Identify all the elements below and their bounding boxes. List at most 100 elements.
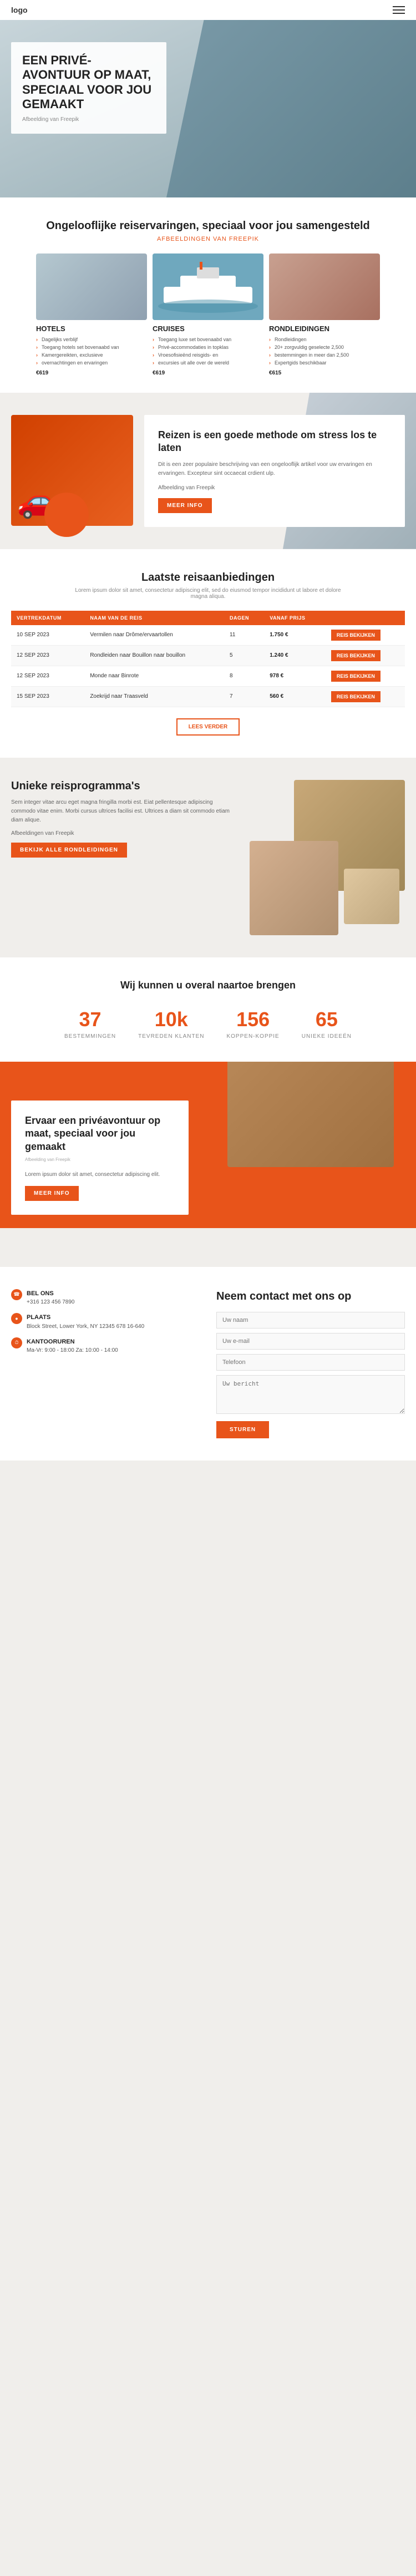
list-item: excursies uit alle over de wereld [153,359,263,367]
card-price-hotels: €619 [36,370,147,376]
stress-content-box: Reizen is een goede methode om stress lo… [144,415,405,527]
phone-label: BEL ONS [27,1289,74,1299]
hours-label: KANTOORUREN [27,1337,118,1347]
programs-section: Unieke reisprogramma's Sem integer vitae… [0,758,416,957]
table-row: 15 SEP 2023 Zoekrijd naar Traasveld 7 56… [11,686,405,707]
list-item: Toegang hotels set bovenaabd van [36,343,147,351]
hamburger-line-2 [393,9,405,11]
stat-item-idees: 65 UNIEKE IDEEËN [302,1008,352,1039]
card-list-cruises: Toegang luxe set bovenaabd van Privé-acc… [153,336,263,367]
contact-email-input[interactable] [216,1333,405,1350]
list-item: Rondleidingen [269,336,380,343]
card-title-cruises: CRUISES [153,324,263,333]
offers-heading: Laatste reisaanbiedingen [11,571,405,584]
row-destination: Vermilen naar Drôme/ervaartollen [84,625,224,646]
stress-right: Reizen is een goede methode om stress lo… [144,415,405,527]
stats-section: Wij kunnen u overal naartoe brengen 37 B… [0,957,416,1062]
hero-title: EEN PRIVÉ-AVONTUUR OP MAAT, SPECIAAL VOO… [22,53,155,112]
contact-message-textarea[interactable] [216,1375,405,1414]
contact-submit-button[interactable]: STUREN [216,1421,269,1438]
card-image-rondreidingen [269,253,380,320]
row-days: 5 [224,645,264,666]
stat-label: UNIEKE IDEEËN [302,1033,352,1039]
contact-location-text: PLAATS Block Street, Lower York, NY 1234… [27,1313,144,1331]
card-rondreidingen: RONDLEIDINGEN Rondleidingen 20+ zorgvuld… [269,253,380,376]
contact-phone-input[interactable] [216,1354,405,1371]
book-button[interactable]: REIS BEKIJKEN [331,671,381,682]
card-image-cruises [153,253,263,320]
programs-right [250,780,405,935]
experiences-subtitle: Afbeeldingen van Freepik [11,236,405,242]
stat-number: 37 [64,1008,116,1031]
stats-heading: Wij kunnen u overal naartoe brengen [11,980,405,991]
row-destination: Zoekrijd naar Traasveld [84,686,224,707]
program-image-stack [250,780,405,935]
list-item: Privé-accommodaties in topklas [153,343,263,351]
stress-body: Dit is een zeer populaire beschrijving v… [158,460,391,478]
stress-left [11,415,133,526]
list-item: Kamergereikten, exclusieve [36,351,147,359]
card-price-cruises: €619 [153,370,263,376]
location-label: PLAATS [27,1313,144,1322]
hero-section: EEN PRIVÉ-AVONTUUR OP MAAT, SPECIAAL VOO… [0,20,416,197]
col-header-date: VERTREKDATUM [11,611,84,625]
stress-photo-credit: Afbeelding van Freepik [158,484,391,493]
stats-row: 37 BESTEMMINGEN 10k TEVREDEN KLANTEN 156… [11,1008,405,1039]
book-button[interactable]: REIS BEKIJKEN [331,630,381,641]
stress-section: Reizen is een goede methode om stress lo… [0,393,416,549]
location-icon: ● [11,1313,22,1324]
row-price: 1.240 € [264,645,326,666]
contact-hours-text: KANTOORUREN Ma-Vr: 9:00 - 18:00 Za: 10:0… [27,1337,118,1355]
cards-row: HOTELS Dagelijks verblijf Toegang hotels… [11,253,405,376]
personalized-photo-credit: Afbeelding van Freepik [25,1157,175,1164]
stat-label: BESTEMMINGEN [64,1033,116,1039]
offers-section: Laatste reisaanbiedingen Lorem ipsum dol… [0,549,416,758]
personalized-body: Lorem ipsum dolor sit amet, consectetur … [25,1170,175,1179]
card-list-rondreidingen: Rondleidingen 20+ zorgvuldig geselecte 2… [269,336,380,367]
col-header-days: DAGEN [224,611,264,625]
programs-button[interactable]: BEKIJK ALLE RONDLEIDINGEN [11,843,127,858]
personalized-button[interactable]: MEER INFO [25,1186,79,1201]
offers-table: VERTREKDATUM NAAM VAN DE REIS DAGEN VANA… [11,611,405,707]
card-image-hotels [36,253,147,320]
col-header-action [326,611,405,625]
row-date: 15 SEP 2023 [11,686,84,707]
hero-photo-credit: Afbeelding van Freepik [22,116,155,123]
programs-left: Unieke reisprogramma's Sem integer vitae… [11,780,239,858]
row-price: 978 € [264,666,326,686]
row-price: 1.750 € [264,625,326,646]
contact-left: ☎ BEL ONS +316 123 456 7890 ● PLAATS Blo… [11,1289,200,1438]
hamburger-button[interactable] [393,6,405,14]
book-button[interactable]: REIS BEKIJKEN [331,691,381,702]
stat-number: 65 [302,1008,352,1031]
row-date: 12 SEP 2023 [11,645,84,666]
book-button[interactable]: REIS BEKIJKEN [331,650,381,661]
personalized-image [227,1062,394,1167]
row-destination: Rondleiden naar Bouillon naar bouillon [84,645,224,666]
personalized-heading: Ervaar een privéavontuur op maat, specia… [25,1114,175,1153]
hamburger-line-1 [393,6,405,7]
stress-more-info-button[interactable]: MEER INFO [158,498,212,513]
header: logo [0,0,416,20]
list-item: 20+ zorgvuldig geselecte 2,500 [269,343,380,351]
contact-name-input[interactable] [216,1312,405,1328]
phone-icon: ☎ [11,1289,22,1300]
col-header-name: NAAM VAN DE REIS [84,611,224,625]
table-header-row: VERTREKDATUM NAAM VAN DE REIS DAGEN VANA… [11,611,405,625]
row-days: 8 [224,666,264,686]
contact-section: ☎ BEL ONS +316 123 456 7890 ● PLAATS Blo… [0,1267,416,1461]
contact-phone-item: ☎ BEL ONS +316 123 456 7890 [11,1289,200,1307]
hero-image [166,20,416,197]
contact-hours-item: ⏱ KANTOORUREN Ma-Vr: 9:00 - 18:00 Za: 10… [11,1337,200,1355]
load-more-button[interactable]: LEES VERDER [176,718,240,736]
card-price-rondreidingen: €615 [269,370,380,376]
experiences-heading: Ongelooflijke reiservaringen, speciaal v… [11,220,405,232]
program-image-2 [250,841,338,935]
stat-number: 156 [226,1008,279,1031]
stat-number: 10k [138,1008,204,1031]
list-item: Dagelijks verblijf [36,336,147,343]
contact-right: Neem contact met ons op STUREN [216,1289,405,1438]
location-value: Block Street, Lower York, NY 12345 678 1… [27,1324,144,1330]
stat-item-klanten: 10k TEVREDEN KLANTEN [138,1008,204,1039]
personalized-content: Ervaar een privéavontuur op maat, specia… [11,1228,405,1245]
